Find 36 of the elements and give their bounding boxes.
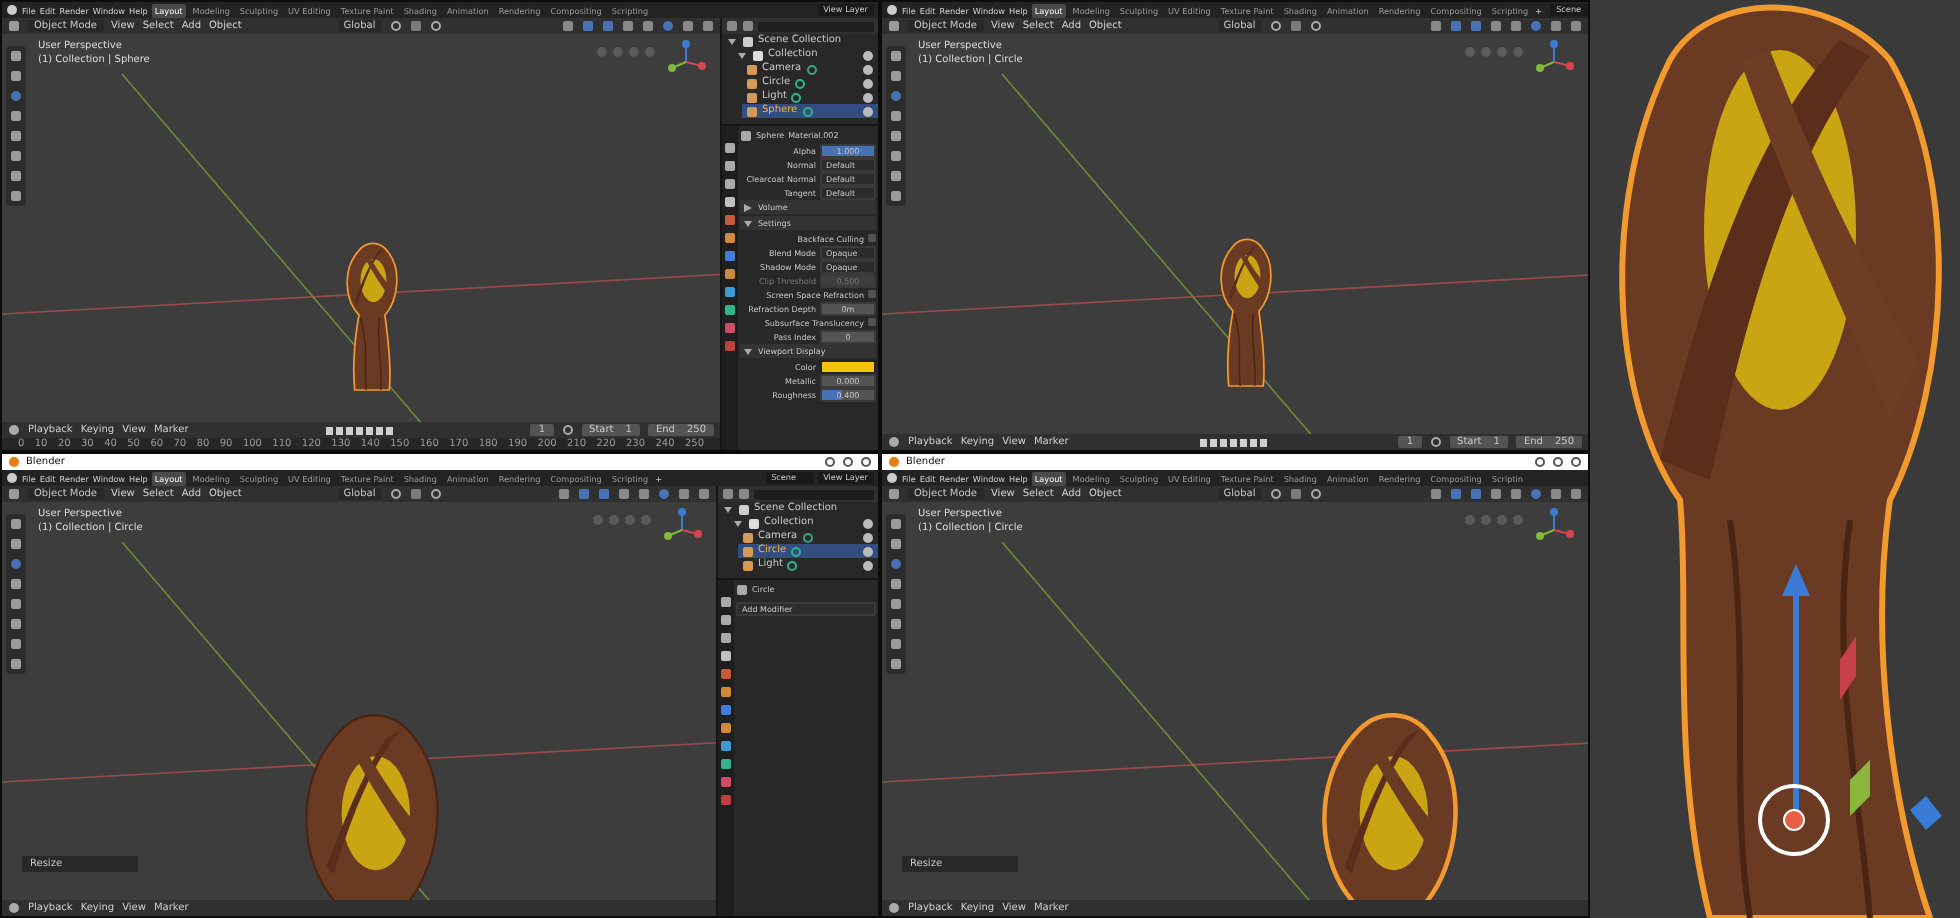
object-icon	[740, 129, 752, 141]
collection-icon	[748, 517, 760, 529]
clock-icon[interactable]	[1429, 436, 1442, 448]
close-icon[interactable]	[1570, 456, 1582, 468]
app-menu-icon[interactable]	[886, 4, 898, 16]
collection-icon	[752, 49, 764, 61]
maximize-icon[interactable]	[1552, 456, 1564, 468]
app-icon	[8, 456, 20, 468]
app-icon	[888, 456, 900, 468]
app-menu-icon[interactable]	[6, 472, 18, 484]
editor-type-icon[interactable]	[8, 902, 20, 914]
editor-type-icon[interactable]	[888, 488, 900, 500]
minimize-icon[interactable]	[1534, 456, 1546, 468]
clock-icon[interactable]	[561, 424, 574, 436]
playback-controls-icon[interactable]	[1199, 437, 1268, 447]
editor-type-icon[interactable]	[8, 488, 20, 500]
maximize-icon[interactable]	[842, 456, 854, 468]
editor-type-icon[interactable]	[726, 20, 738, 32]
editor-type-icon[interactable]	[888, 436, 900, 448]
playback-controls-icon[interactable]	[325, 425, 394, 435]
editor-type-icon[interactable]	[722, 488, 734, 500]
minimize-icon[interactable]	[824, 456, 836, 468]
filter-icon[interactable]	[742, 20, 754, 32]
scene-collection-icon	[738, 503, 750, 515]
editor-type-icon[interactable]	[8, 424, 20, 436]
object-icon	[736, 583, 748, 595]
app-menu-icon[interactable]	[6, 4, 18, 16]
editor-type-icon[interactable]	[888, 20, 900, 32]
editor-type-icon[interactable]	[888, 902, 900, 914]
editor-type-icon[interactable]	[8, 20, 20, 32]
checkbox[interactable]	[868, 234, 876, 242]
filter-icon[interactable]	[738, 488, 750, 500]
close-icon[interactable]	[860, 456, 872, 468]
app-menu-icon[interactable]	[886, 472, 898, 484]
scene-collection-icon	[742, 35, 754, 47]
color-swatch[interactable]	[820, 359, 876, 373]
